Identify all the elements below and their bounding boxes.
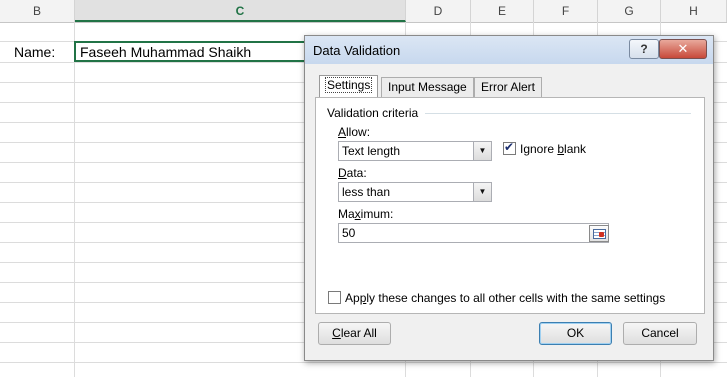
help-icon: ? [640, 42, 648, 56]
cell-name-label[interactable]: Name: [14, 44, 55, 60]
active-cell-value: Faseeh Muhammad Shaikh [80, 44, 252, 60]
chevron-down-icon[interactable]: ▼ [473, 183, 491, 201]
maximum-label: Maximum: [338, 207, 394, 221]
tab-input-message[interactable]: Input Message [381, 77, 474, 97]
tab-input-message-label: Input Message [388, 80, 467, 94]
ignore-blank-checkbox[interactable] [503, 140, 516, 155]
ok-button[interactable]: OK [539, 322, 612, 345]
data-dropdown-value: less than [342, 185, 391, 199]
dialog-titlebar[interactable]: Data Validation ? ✕ [305, 36, 713, 64]
clear-all-button[interactable]: Clear All [318, 322, 391, 345]
data-dropdown[interactable]: less than ▼ [338, 182, 492, 202]
dialog-title: Data Validation [313, 43, 401, 58]
apply-to-all-label[interactable]: Apply these changes to all other cells w… [345, 291, 665, 305]
column-header-d[interactable]: D [406, 0, 471, 22]
data-validation-dialog: Data Validation ? ✕ Settings Input Messa… [304, 35, 714, 361]
tab-settings-label: Settings [324, 77, 373, 93]
allow-label: Allow: [338, 125, 371, 139]
column-header-f[interactable]: F [534, 0, 598, 22]
column-header-b[interactable]: B [0, 0, 75, 22]
close-icon: ✕ [677, 41, 689, 56]
cancel-button[interactable]: Cancel [623, 322, 697, 345]
chevron-down-icon[interactable]: ▼ [473, 142, 491, 160]
tab-error-alert[interactable]: Error Alert [474, 77, 543, 97]
column-header-g[interactable]: G [598, 0, 661, 22]
apply-to-all-checkbox[interactable] [328, 291, 341, 304]
range-selector-button[interactable] [589, 225, 609, 242]
ignore-blank-label[interactable]: Ignore blank [520, 142, 586, 156]
maximum-value: 50 [342, 226, 356, 240]
help-button[interactable]: ? [629, 39, 659, 59]
close-button[interactable]: ✕ [659, 39, 707, 59]
column-header-row: B C D E F G H [0, 0, 727, 23]
validation-criteria-label: Validation criteria [327, 106, 419, 120]
settings-panel [315, 97, 705, 314]
tab-settings[interactable]: Settings [319, 75, 379, 98]
group-divider [425, 113, 691, 114]
column-header-h[interactable]: H [661, 0, 727, 22]
column-header-e[interactable]: E [471, 0, 534, 22]
maximum-input[interactable]: 50 [338, 223, 609, 243]
tab-error-alert-label: Error Alert [481, 80, 536, 94]
column-header-c[interactable]: C [75, 0, 406, 22]
data-label: Data: [338, 166, 367, 180]
allow-dropdown-value: Text length [342, 144, 401, 158]
allow-dropdown[interactable]: Text length ▼ [338, 141, 492, 161]
